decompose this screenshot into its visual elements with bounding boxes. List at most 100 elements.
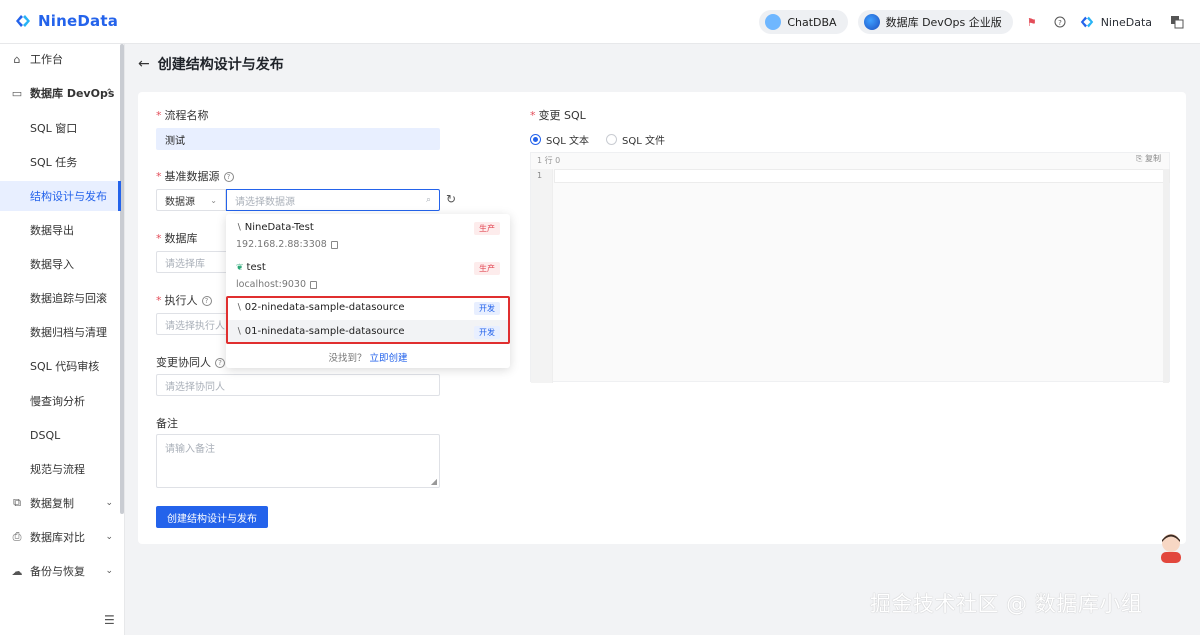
sidebar-item-replication[interactable]: ⧉ 数据复制 ⌄	[0, 488, 121, 518]
sidebar-item-rules-flow[interactable]: 规范与流程	[0, 454, 121, 484]
search-icon: ⌕	[425, 195, 431, 205]
flow-name-input[interactable]: 测试	[156, 128, 440, 150]
sidebar-item-db-compare[interactable]: ⎙ 数据库对比 ⌄	[0, 522, 121, 552]
sidebar-item-data-export[interactable]: 数据导出	[0, 215, 121, 245]
notification-icon[interactable]: ⚑	[1023, 13, 1041, 31]
datasource-dropdown: ∖ NineData-Test 192.168.2.88:3308 生产 ❦ tes…	[226, 214, 510, 368]
chevron-down-icon: ⌄	[210, 195, 217, 205]
source-search-input[interactable]: 请选择数据源 ⌕	[226, 189, 440, 211]
env-tag: 生产	[474, 262, 500, 275]
editor-status: 1 行 0	[537, 156, 561, 165]
edition-label: 数据库 DevOps 企业版	[885, 16, 1002, 29]
copy-icon	[310, 280, 318, 289]
chatdba-button[interactable]: ChatDBA	[759, 10, 848, 34]
database-label: * 数据库	[156, 232, 198, 245]
collapse-sidebar-icon[interactable]: ☰	[104, 613, 115, 627]
refresh-icon[interactable]: ↻	[446, 192, 456, 206]
sidebar-item-label: 数据库对比	[30, 531, 85, 544]
back-arrow-icon[interactable]: ←	[138, 56, 150, 72]
language-icon[interactable]	[1168, 13, 1186, 31]
chevron-down-icon: ⌄	[105, 566, 113, 576]
remark-label: 备注	[156, 417, 178, 430]
chevron-down-icon: ⌄	[105, 498, 113, 508]
assistant-avatar-icon[interactable]	[1157, 531, 1185, 563]
sidebar-item-label: 数据归档与清理	[30, 326, 107, 339]
radio-sql-file[interactable]: SQL 文件	[606, 132, 665, 147]
sidebar-item-label: DSQL	[30, 428, 61, 442]
sidebar-item-dsql[interactable]: DSQL	[0, 420, 121, 450]
sidebar-item-workbench[interactable]: ⌂ 工作台	[0, 44, 121, 74]
editor-current-line[interactable]	[554, 169, 1170, 183]
sidebar-item-label: SQL 任务	[30, 156, 78, 169]
env-tag: 生产	[474, 222, 500, 235]
sidebar-item-label: 结构设计与发布	[30, 190, 107, 203]
remark-textarea[interactable]: 请输入备注 ◢	[156, 434, 440, 488]
chatdba-icon	[765, 14, 782, 30]
create-button[interactable]: 创建结构设计与发布	[156, 506, 268, 528]
document-icon: ⎙	[12, 530, 22, 543]
sidebar-item-label: 规范与流程	[30, 463, 85, 476]
sidebar-item-backup[interactable]: ☁ 备份与恢复 ⌄	[0, 556, 121, 586]
logo-text: NineData	[38, 12, 119, 30]
monitor-icon: ▭	[11, 86, 23, 100]
sidebar-item-label: SQL 窗口	[30, 122, 78, 135]
editor-gutter: 1	[531, 169, 553, 383]
executor-label: * 执行人?	[156, 292, 212, 308]
sidebar-item-sql-review[interactable]: SQL 代码审核	[0, 351, 121, 381]
cloud-icon: ☁	[11, 564, 23, 578]
sidebar-item-label: 数据追踪与回滚	[30, 292, 107, 305]
resize-handle-icon[interactable]: ◢	[431, 477, 437, 486]
sidebar-item-label: 工作台	[30, 53, 63, 66]
sidebar-item-data-tracking[interactable]: 数据追踪与回滚	[0, 283, 121, 313]
collaborator-label: 变更协同人?	[156, 354, 225, 370]
sidebar-item-schema-design[interactable]: 结构设计与发布	[0, 181, 121, 211]
sidebar-item-label: 数据复制	[30, 497, 74, 510]
sidebar-item-label: 备份与恢复	[30, 565, 85, 578]
line-number: 1	[537, 171, 543, 180]
sidebar-item-data-import[interactable]: 数据导入	[0, 249, 121, 279]
highlight-box	[226, 296, 510, 344]
user-menu[interactable]: NineData	[1079, 14, 1152, 30]
radio-unchecked-icon	[606, 134, 617, 145]
change-sql-label: * 变更 SQL	[530, 109, 586, 122]
sidebar-item-sql-task[interactable]: SQL 任务	[0, 147, 121, 177]
edition-button[interactable]: 数据库 DevOps 企业版	[857, 10, 1013, 34]
globe-icon	[863, 14, 880, 30]
chatdba-label: ChatDBA	[787, 15, 837, 29]
sidebar-item-data-archive[interactable]: 数据归档与清理	[0, 317, 121, 347]
page-header: ← 创建结构设计与发布	[138, 54, 284, 74]
sidebar-item-label: 数据导出	[30, 224, 74, 237]
sidebar-item-devops[interactable]: ▭ 数据库 DevOps ⌃	[0, 78, 121, 108]
copy-button[interactable]: ⎘ 复制	[1136, 153, 1161, 164]
create-now-link[interactable]: 立即创建	[370, 353, 408, 364]
sidebar-item-label: 数据导入	[30, 258, 74, 271]
source-type-select[interactable]: 数据源 ⌄	[156, 189, 226, 211]
help-icon[interactable]: ?	[1051, 13, 1069, 31]
sidebar-item-slow-query[interactable]: 慢查询分析	[0, 386, 121, 416]
home-icon: ⌂	[13, 52, 21, 66]
base-source-label: * 基准数据源?	[156, 168, 234, 184]
editor-scrollbar[interactable]	[1163, 169, 1169, 383]
user-avatar-icon	[1080, 16, 1093, 28]
sidebar-item-label: 慢查询分析	[30, 395, 85, 408]
page-title: 创建结构设计与发布	[157, 57, 284, 73]
leaf-icon: ❦	[236, 262, 244, 273]
collaborator-select[interactable]: 请选择协同人	[156, 374, 440, 396]
radio-checked-icon	[530, 134, 541, 145]
user-name: NineData	[1100, 15, 1152, 29]
help-icon: ?	[201, 296, 212, 306]
radio-sql-text[interactable]: SQL 文本	[530, 132, 589, 147]
sidebar-item-sql-window[interactable]: SQL 窗口	[0, 113, 121, 143]
logo[interactable]: NineData	[14, 12, 118, 30]
sidebar-item-label: SQL 代码审核	[30, 360, 100, 373]
dropdown-footer: 没找到？ 立即创建	[328, 353, 408, 364]
mysql-icon: ∖	[236, 222, 242, 233]
chevron-down-icon: ⌄	[105, 532, 113, 542]
sql-editor[interactable]: 1 行 0 ⎘ 复制 1	[530, 152, 1170, 383]
help-icon: ?	[223, 172, 234, 182]
flow-name-label: * 流程名称	[156, 109, 209, 122]
copy-icon	[330, 240, 338, 249]
ninedata-logo-icon	[16, 15, 30, 27]
copy-icon: ⧉	[13, 496, 21, 509]
help-icon: ?	[215, 358, 225, 368]
